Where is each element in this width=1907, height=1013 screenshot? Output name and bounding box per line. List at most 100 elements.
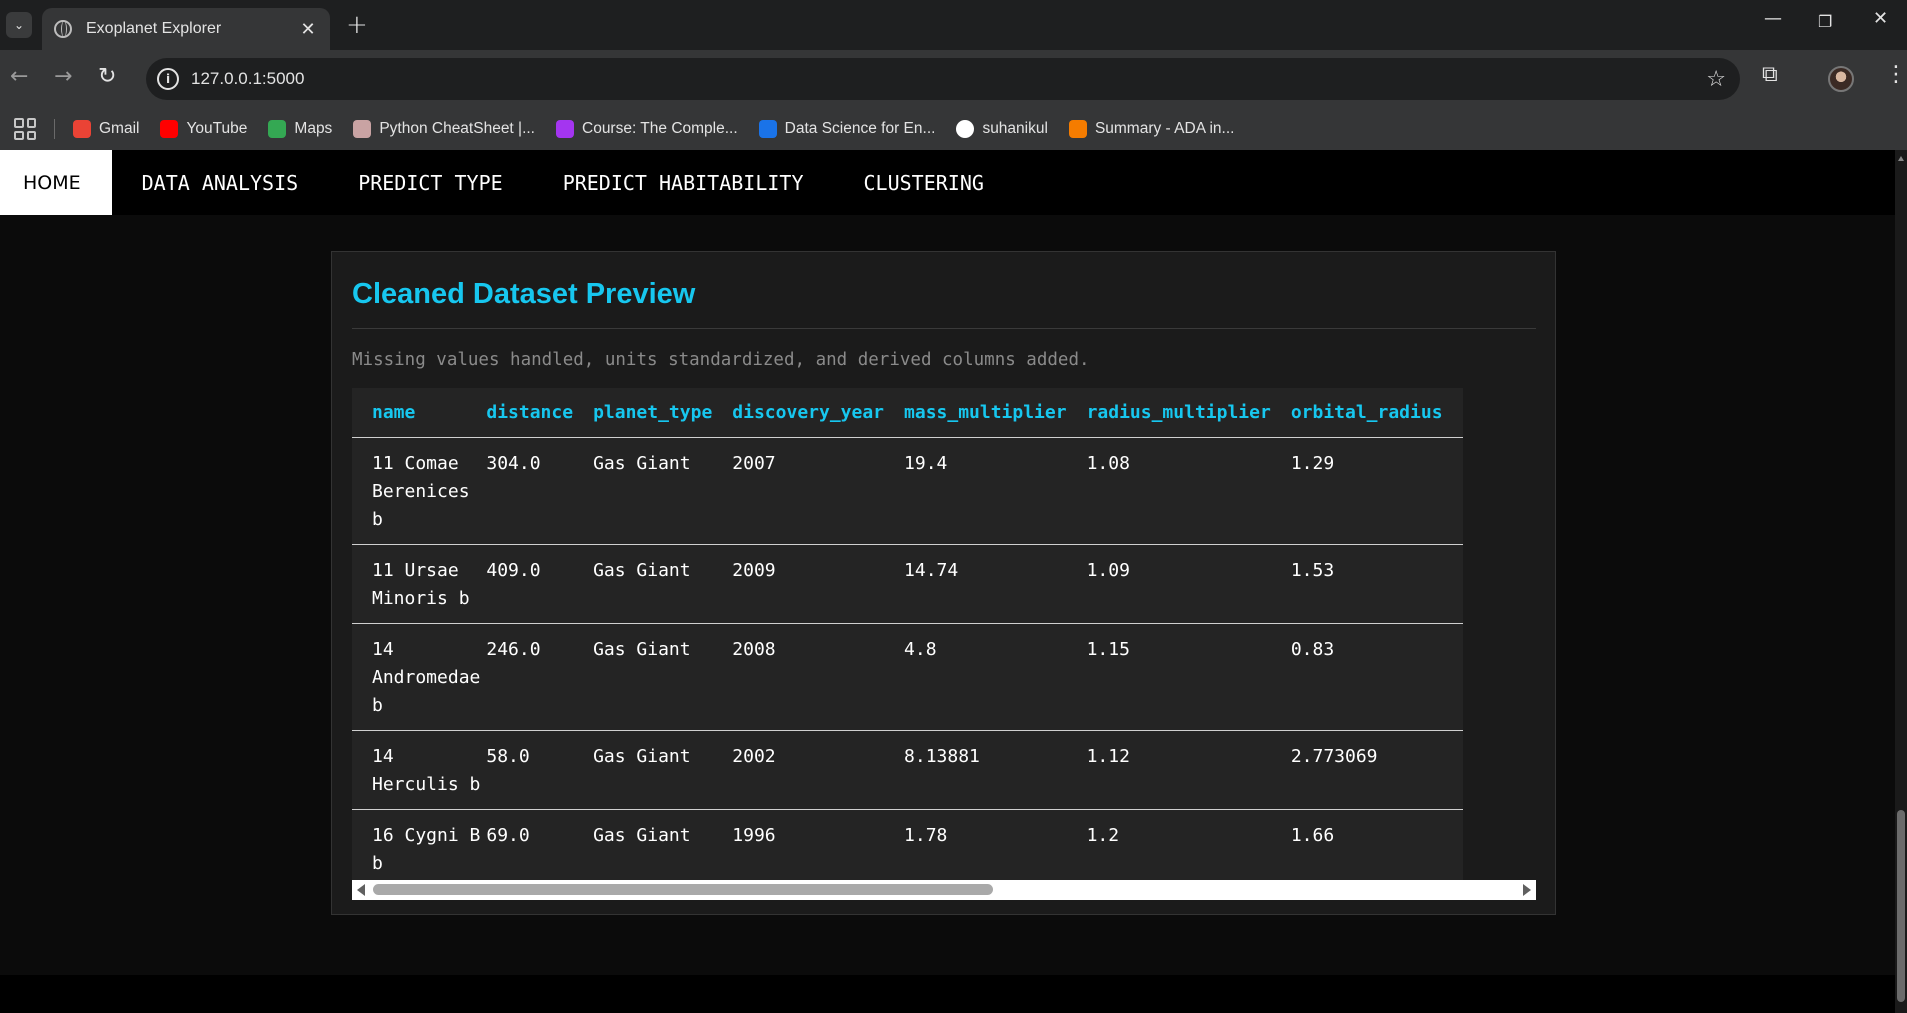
browser-tab[interactable]: Exoplanet Explorer ✕ bbox=[42, 8, 330, 50]
table-body: 11 Comae Berenices b 304.0 Gas Giant 2007 19… bbox=[352, 437, 1463, 880]
apps-grid-icon[interactable] bbox=[14, 118, 36, 140]
tab-title: Exoplanet Explorer bbox=[86, 20, 222, 37]
card-subtitle: Missing values handled, units standardiz… bbox=[352, 350, 1090, 370]
table-cell: 2008 bbox=[732, 623, 905, 731]
table-row: 16 Cygni B b 69.0 Gas Giant 1996 1.78 1.2 1.66 bbox=[352, 809, 1463, 880]
table-row: 14 Andromedae b 246.0 Gas Giant 2008 4.8 1.15… bbox=[352, 623, 1463, 731]
browser-toolbar: ← → ↻ i 127.0.0.1:5000 ☆ ⧉ ⋮ bbox=[0, 50, 1907, 108]
address-bar[interactable]: i 127.0.0.1:5000 ☆ bbox=[146, 58, 1740, 100]
table-cell: Gas Giant bbox=[593, 437, 733, 545]
table-cell: 1.12 bbox=[1086, 730, 1291, 810]
table-cell: 1.08 bbox=[1086, 437, 1291, 545]
profile-avatar[interactable] bbox=[1828, 66, 1854, 92]
bookmark-label: Course: The Comple... bbox=[582, 120, 738, 137]
bookmark-item[interactable]: Summary - ADA in... bbox=[1068, 120, 1235, 138]
table-cell: 409.0 bbox=[486, 544, 594, 624]
bookmark-item[interactable]: suhanikul bbox=[956, 120, 1048, 138]
table-cell: 2007 bbox=[732, 437, 905, 545]
gmail-icon bbox=[73, 120, 91, 138]
table-cell: 19.4 bbox=[904, 437, 1087, 545]
bookmark-item[interactable]: Python CheatSheet |... bbox=[353, 120, 535, 138]
table-cell: 1.78 bbox=[904, 809, 1087, 880]
bookmarks-bar: Gmail YouTube Maps Python CheatSheet |... Co… bbox=[0, 108, 1907, 150]
table-cell: 1996 bbox=[732, 809, 905, 880]
bookmarks-divider bbox=[54, 119, 55, 139]
table-cell: 246.0 bbox=[486, 623, 594, 731]
table-cell: 1.53 bbox=[1290, 544, 1463, 624]
column-header[interactable]: orbital_radius bbox=[1290, 388, 1463, 438]
table-cell: 69.0 bbox=[486, 809, 594, 880]
table-cell: 2009 bbox=[732, 544, 905, 624]
table-cell: 14 Herculis b bbox=[352, 730, 487, 810]
bookmark-item[interactable]: Course: The Comple... bbox=[556, 120, 738, 138]
bookmark-item[interactable]: Gmail bbox=[73, 120, 139, 138]
bookmark-label: Maps bbox=[294, 120, 333, 137]
bookmark-item[interactable]: Maps bbox=[268, 120, 332, 138]
bookmark-item[interactable]: YouTube bbox=[160, 120, 247, 138]
bookmark-label: suhanikul bbox=[982, 120, 1048, 137]
table-cell: 1.15 bbox=[1086, 623, 1291, 731]
table-cell: 11 Comae Berenices b bbox=[352, 437, 487, 545]
table-cell: 2002 bbox=[732, 730, 905, 810]
column-header[interactable]: planet_type bbox=[593, 388, 733, 438]
table-cell: 11 Ursae Minoris b bbox=[352, 544, 487, 624]
table-cell: 14 Andromedae b bbox=[352, 623, 487, 731]
site-info-icon[interactable]: i bbox=[157, 68, 179, 90]
back-arrow-icon[interactable]: ← bbox=[10, 64, 28, 89]
nav-item-predict-habitability[interactable]: PREDICT HABITABILITY bbox=[533, 150, 834, 215]
card-title: Cleaned Dataset Preview bbox=[352, 278, 696, 310]
bookmark-label: Summary - ADA in... bbox=[1094, 120, 1235, 137]
table-scroll-container[interactable]: name distance planet_type discovery_year mas… bbox=[352, 388, 1536, 880]
table-cell: 0.83 bbox=[1290, 623, 1463, 731]
nav-item-home[interactable]: HOME bbox=[0, 150, 112, 215]
nav-item-predict-type[interactable]: PREDICT TYPE bbox=[328, 150, 533, 215]
table-cell: 1.66 bbox=[1290, 809, 1463, 880]
vertical-scrollbar[interactable] bbox=[1895, 150, 1907, 1013]
table-cell: Gas Giant bbox=[593, 809, 733, 880]
cloud-icon bbox=[1068, 120, 1087, 138]
table-cell: 1.2 bbox=[1086, 809, 1291, 880]
table-cell: 14.74 bbox=[904, 544, 1087, 624]
table-cell: Gas Giant bbox=[593, 544, 733, 624]
tab-search-chevron-icon[interactable]: ⌄ bbox=[6, 12, 32, 38]
nav-item-clustering[interactable]: CLUSTERING bbox=[834, 150, 1014, 215]
column-header[interactable]: discovery_year bbox=[732, 388, 905, 438]
column-header[interactable]: name bbox=[352, 388, 487, 438]
extensions-puzzle-icon[interactable]: ⧉ bbox=[1762, 62, 1778, 87]
bookmark-item[interactable]: Data Science for En... bbox=[758, 120, 935, 138]
column-header[interactable]: distance bbox=[486, 388, 594, 438]
table-cell: Gas Giant bbox=[593, 623, 733, 731]
table-row: 11 Comae Berenices b 304.0 Gas Giant 2007 19… bbox=[352, 437, 1463, 545]
forward-arrow-icon[interactable]: → bbox=[54, 64, 72, 89]
browser-menu-icon[interactable]: ⋮ bbox=[1885, 62, 1907, 87]
column-header[interactable]: radius_multiplier bbox=[1086, 388, 1291, 438]
table-cell: 4.8 bbox=[904, 623, 1087, 731]
tab-close-icon[interactable]: ✕ bbox=[298, 19, 318, 40]
reload-icon[interactable]: ↻ bbox=[98, 64, 116, 89]
restore-icon[interactable]: ❐ bbox=[1818, 12, 1832, 31]
column-header[interactable]: mass_multiplier bbox=[904, 388, 1087, 438]
bookmark-star-icon[interactable]: ☆ bbox=[1706, 67, 1726, 92]
udemy-icon bbox=[556, 120, 574, 138]
table-cell: Gas Giant bbox=[593, 730, 733, 810]
scroll-up-arrow-icon[interactable] bbox=[1898, 156, 1904, 161]
scroll-right-arrow-icon[interactable] bbox=[1523, 884, 1531, 896]
vertical-scroll-thumb[interactable] bbox=[1897, 810, 1905, 1002]
minimize-icon[interactable]: — bbox=[1764, 8, 1782, 29]
table-cell: 8.13881 bbox=[904, 730, 1087, 810]
horizontal-scrollbar[interactable] bbox=[352, 880, 1536, 900]
horizontal-scroll-thumb[interactable] bbox=[373, 884, 993, 895]
bookmark-list: Gmail YouTube Maps Python CheatSheet |... Co… bbox=[73, 120, 1255, 138]
scroll-left-arrow-icon[interactable] bbox=[357, 884, 365, 896]
s-logo-icon bbox=[758, 120, 777, 138]
nav-item-data-analysis[interactable]: DATA ANALYSIS bbox=[112, 150, 329, 215]
table-cell: 304.0 bbox=[486, 437, 594, 545]
window-close-icon[interactable]: ✕ bbox=[1873, 8, 1888, 29]
dataset-preview-card: Cleaned Dataset Preview Missing values h… bbox=[331, 251, 1556, 915]
table-cell: 2.773069 bbox=[1290, 730, 1463, 810]
new-tab-plus-icon[interactable]: + bbox=[346, 10, 368, 40]
url-text[interactable]: 127.0.0.1:5000 bbox=[191, 69, 1706, 89]
bookmark-label: Python CheatSheet |... bbox=[379, 120, 535, 137]
youtube-icon bbox=[160, 120, 179, 138]
table-cell: 1.09 bbox=[1086, 544, 1291, 624]
